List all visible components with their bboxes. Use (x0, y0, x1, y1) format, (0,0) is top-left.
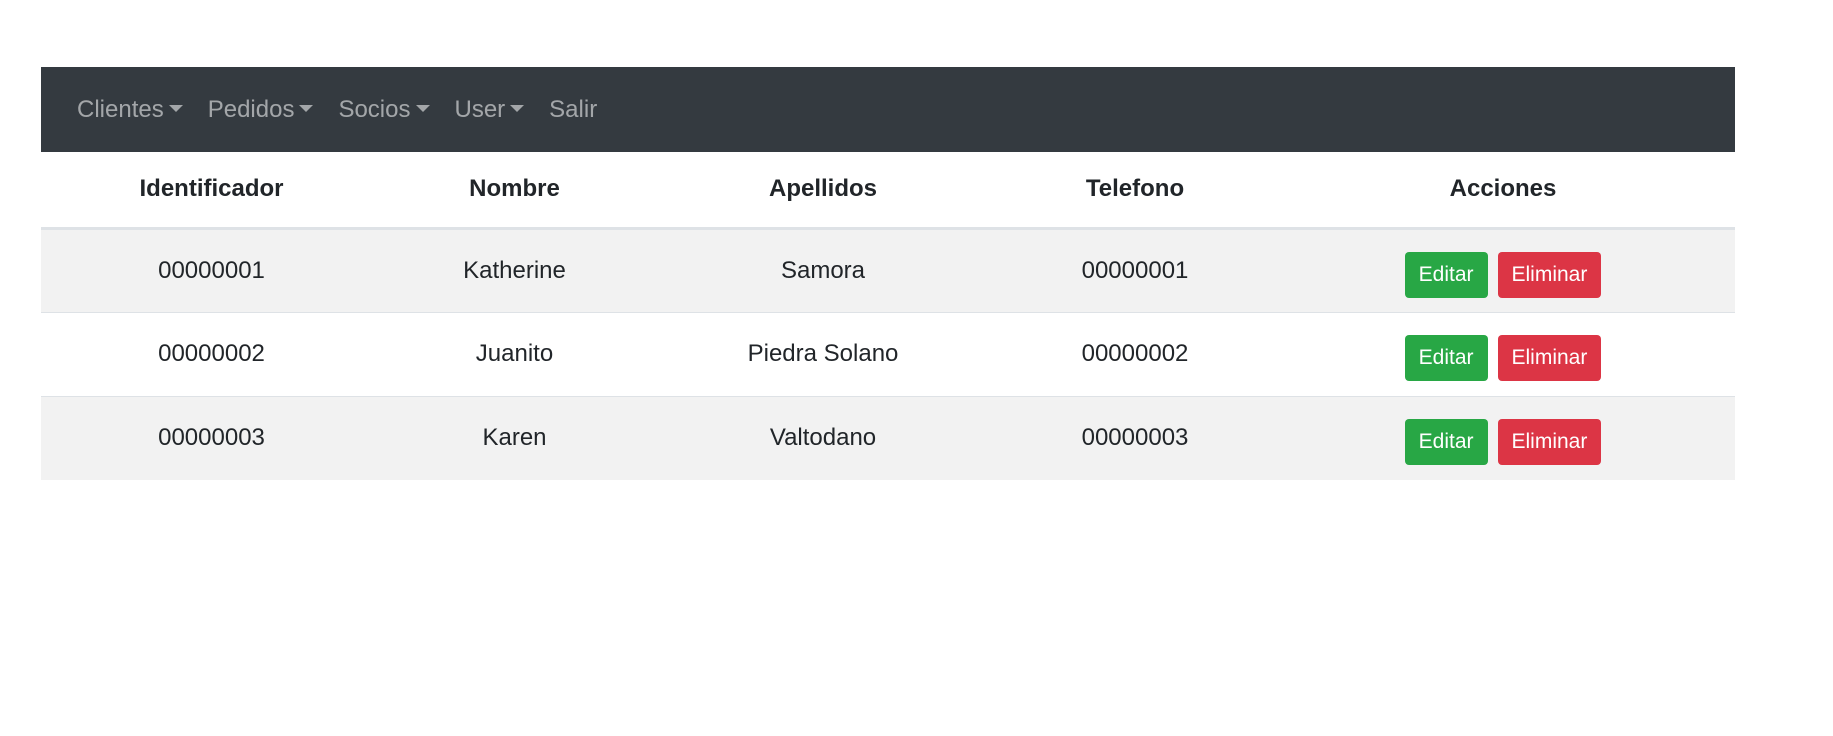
header-apellidos: Apellidos (647, 152, 999, 230)
nav-salir-label: Salir (549, 95, 598, 123)
nav-user-label: User (454, 95, 506, 123)
cell-acciones: Editar Eliminar (1271, 227, 1735, 312)
cell-acciones: Editar Eliminar (1271, 395, 1735, 480)
delete-button[interactable]: Eliminar (1497, 419, 1602, 466)
cell-telefono: 00000002 (999, 311, 1271, 396)
row-actions: Editar Eliminar (1400, 251, 1607, 298)
cell-identificador: 00000002 (41, 311, 382, 396)
table-row: 00000003 Karen Valtodano 00000003 Editar… (41, 395, 1735, 480)
nav-pedidos-dropdown[interactable]: Pedidos (208, 96, 314, 124)
edit-button[interactable]: Editar (1404, 419, 1488, 466)
clients-table: Identificador Nombre Apellidos Telefono … (41, 152, 1735, 480)
page-container: Clientes Pedidos Socios User Salir Ident… (41, 67, 1735, 480)
navbar: Clientes Pedidos Socios User Salir (41, 67, 1735, 152)
table-header: Identificador Nombre Apellidos Telefono … (41, 152, 1735, 230)
nav-socios-dropdown[interactable]: Socios (338, 95, 430, 124)
edit-button[interactable]: Editar (1404, 251, 1488, 298)
cell-apellidos: Samora (647, 227, 999, 312)
header-identificador: Identificador (41, 152, 382, 230)
header-nombre: Nombre (382, 152, 647, 230)
header-row: Identificador Nombre Apellidos Telefono … (41, 152, 1735, 230)
nav-salir-link[interactable]: Salir (549, 96, 597, 124)
cell-acciones: Editar Eliminar (1271, 311, 1735, 396)
nav-user-dropdown[interactable]: User (455, 96, 525, 124)
row-actions: Editar Eliminar (1400, 335, 1607, 381)
cell-apellidos: Valtodano (647, 395, 999, 480)
delete-button[interactable]: Eliminar (1497, 335, 1602, 381)
cell-telefono: 00000003 (999, 395, 1271, 480)
cell-nombre: Juanito (382, 311, 647, 396)
delete-button[interactable]: Eliminar (1497, 251, 1602, 298)
header-telefono: Telefono (999, 152, 1271, 230)
caret-down-icon (299, 105, 314, 112)
cell-telefono: 00000001 (999, 227, 1271, 312)
table-row: 00000001 Katherine Samora 00000001 Edita… (41, 227, 1735, 312)
cell-nombre: Katherine (382, 227, 647, 312)
cell-identificador: 00000003 (41, 395, 382, 480)
header-acciones: Acciones (1271, 152, 1735, 230)
caret-down-icon (168, 105, 183, 112)
edit-button[interactable]: Editar (1404, 335, 1488, 381)
caret-down-icon (510, 105, 525, 112)
caret-down-icon (415, 105, 430, 112)
row-actions: Editar Eliminar (1400, 419, 1607, 466)
nav-clientes-dropdown[interactable]: Clientes (77, 96, 183, 124)
cell-apellidos: Piedra Solano (647, 311, 999, 396)
table-row: 00000002 Juanito Piedra Solano 00000002 … (41, 311, 1735, 396)
cell-nombre: Karen (382, 395, 647, 480)
nav-pedidos-label: Pedidos (207, 95, 295, 123)
table-body: 00000001 Katherine Samora 00000001 Edita… (41, 227, 1735, 480)
nav-socios-label: Socios (338, 95, 411, 123)
cell-identificador: 00000001 (41, 227, 382, 312)
nav-clientes-label: Clientes (77, 95, 164, 123)
